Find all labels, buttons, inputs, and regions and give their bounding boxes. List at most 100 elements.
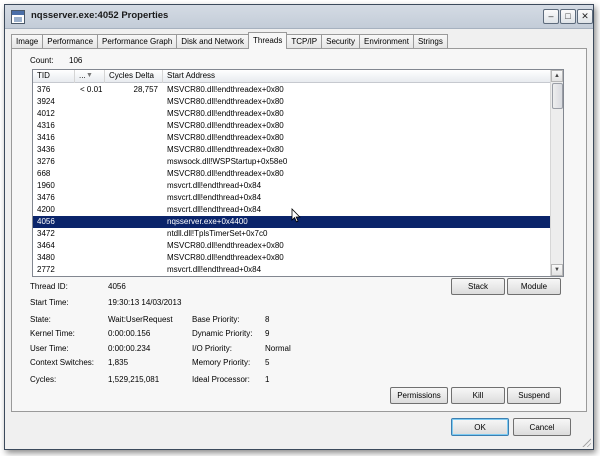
- module-button[interactable]: Module: [507, 278, 561, 295]
- thread-tid-cell: 2772: [37, 265, 55, 274]
- thread-address-cell: msvcrt.dll!endthread+0x84: [167, 181, 262, 190]
- threads-list-header: TID ... ▼ Cycles Delta Start Address: [33, 70, 551, 83]
- scrollbar-thumb[interactable]: [552, 83, 563, 109]
- user-time-label: User Time:: [30, 344, 69, 353]
- kill-button[interactable]: Kill: [451, 387, 505, 404]
- chevron-down-icon[interactable]: ▼: [551, 264, 563, 276]
- thread-address-cell: mswsock.dll!WSPStartup+0x58e0: [167, 157, 288, 166]
- thread-id-value: 4056: [108, 282, 126, 291]
- count-value: 106: [69, 56, 83, 65]
- table-row[interactable]: 3464 MSVCR80.dll!endthreadex+0x80: [33, 240, 551, 252]
- table-row[interactable]: 3276 mswsock.dll!WSPStartup+0x58e0: [33, 156, 551, 168]
- permissions-button[interactable]: Permissions: [390, 387, 448, 404]
- table-row[interactable]: 3480 MSVCR80.dll!endthreadex+0x80: [33, 252, 551, 264]
- thread-tid-cell: 3472: [37, 229, 55, 238]
- thread-address-cell: MSVCR80.dll!endthreadex+0x80: [167, 241, 284, 250]
- memory-priority-label: Memory Priority:: [192, 358, 251, 367]
- count-label: Count:: [30, 56, 54, 65]
- table-row[interactable]: 4316 MSVCR80.dll!endthreadex+0x80: [33, 120, 551, 132]
- tab-tcp-ip[interactable]: TCP/IP: [286, 34, 323, 49]
- thread-address-cell: MSVCR80.dll!endthreadex+0x80: [167, 133, 284, 142]
- window-title: nqsserver.exe:4052 Properties: [31, 10, 169, 21]
- thread-tid-cell: 4056: [37, 217, 55, 226]
- tab-performance[interactable]: Performance: [42, 34, 99, 49]
- tab-disk-and-network[interactable]: Disk and Network: [176, 34, 249, 49]
- table-row[interactable]: 376 < 0.01 28,757 MSVCR80.dll!endthreadex+0…: [33, 84, 551, 96]
- thread-tid-cell: 3276: [37, 157, 55, 166]
- tab-threads[interactable]: Threads: [247, 32, 288, 49]
- thread-tid-cell: 3464: [37, 241, 55, 250]
- thread-tid-cell: 3436: [37, 145, 55, 154]
- tab-strings[interactable]: Strings: [412, 34, 448, 49]
- thread-tid-cell: 3924: [37, 97, 55, 106]
- maximize-button[interactable]: □: [560, 9, 576, 24]
- dynamic-priority-label: Dynamic Priority:: [192, 329, 253, 338]
- thread-tid-cell: 3476: [37, 193, 55, 202]
- table-row[interactable]: 668 MSVCR80.dll!endthreadex+0x80: [33, 168, 551, 180]
- base-priority-value: 8: [265, 315, 270, 324]
- thread-address-cell: ntdll.dll!TplsTimerSet+0x7c0: [167, 229, 268, 238]
- thread-tid-cell: 3480: [37, 253, 55, 262]
- cycles-label: Cycles:: [30, 375, 57, 384]
- table-row[interactable]: 3436 MSVCR80.dll!endthreadex+0x80: [33, 144, 551, 156]
- thread-tid-cell: 668: [37, 169, 51, 178]
- minimize-button[interactable]: –: [543, 9, 559, 24]
- tab-environment[interactable]: Environment: [359, 34, 414, 49]
- start-time-value: 19:30:13 14/03/2013: [108, 298, 182, 307]
- column-start-address[interactable]: Start Address: [163, 70, 551, 83]
- table-row[interactable]: 2784 MSVCR80.dll!endthreadex+0x80: [33, 276, 551, 277]
- tab-security[interactable]: Security: [321, 34, 361, 49]
- ideal-processor-label: Ideal Processor:: [192, 375, 250, 384]
- table-row[interactable]: 1960 msvcrt.dll!endthread+0x84: [33, 180, 551, 192]
- resize-grip-icon[interactable]: [581, 437, 591, 447]
- thread-tid-cell: 376: [37, 85, 51, 94]
- tab-image[interactable]: Image: [11, 34, 44, 49]
- table-row[interactable]: 3416 MSVCR80.dll!endthreadex+0x80: [33, 132, 551, 144]
- thread-tid-cell: 1960: [37, 181, 55, 190]
- start-time-label: Start Time:: [30, 298, 69, 307]
- column-cycles-delta[interactable]: Cycles Delta: [105, 70, 163, 83]
- thread-address-cell: msvcrt.dll!endthread+0x84: [167, 205, 262, 214]
- thread-cpu-cell: < 0.01: [80, 85, 103, 94]
- cancel-button[interactable]: Cancel: [513, 418, 571, 436]
- threads-list[interactable]: TID ... ▼ Cycles Delta Start Address 376…: [32, 69, 564, 277]
- dynamic-priority-value: 9: [265, 329, 270, 338]
- tab-performance-graph[interactable]: Performance Graph: [97, 34, 178, 49]
- table-row[interactable]: 2772 msvcrt.dll!endthread+0x84: [33, 264, 551, 276]
- threads-scrollbar[interactable]: ▲ ▼: [550, 70, 563, 276]
- table-row[interactable]: 3476 msvcrt.dll!endthread+0x84: [33, 192, 551, 204]
- io-priority-label: I/O Priority:: [192, 344, 233, 353]
- thread-address-cell: MSVCR80.dll!endthreadex+0x80: [167, 276, 284, 277]
- thread-tid-cell: 4200: [37, 205, 55, 214]
- thread-tid-cell: 2784: [37, 276, 55, 277]
- ideal-processor-value: 1: [265, 375, 270, 384]
- close-button[interactable]: ✕: [577, 9, 593, 24]
- context-switches-label: Context Switches:: [30, 358, 95, 367]
- app-icon: [11, 10, 25, 24]
- kernel-time-value: 0:00:00.156: [108, 329, 151, 338]
- table-row[interactable]: 3924 MSVCR80.dll!endthreadex+0x80: [33, 96, 551, 108]
- ok-button[interactable]: OK: [451, 418, 509, 436]
- thread-tid-cell: 4316: [37, 121, 55, 130]
- thread-cycles-cell: 28,757: [133, 85, 158, 94]
- title-bar[interactable]: nqsserver.exe:4052 Properties – □ ✕: [5, 5, 593, 29]
- chevron-up-icon[interactable]: ▲: [551, 70, 563, 82]
- suspend-button[interactable]: Suspend: [507, 387, 561, 404]
- thread-address-cell: MSVCR80.dll!endthreadex+0x80: [167, 253, 284, 262]
- kernel-time-label: Kernel Time:: [30, 329, 75, 338]
- column-tid[interactable]: TID: [33, 70, 75, 83]
- cycles-value: 1,529,215,081: [108, 375, 160, 384]
- table-row[interactable]: 4012 MSVCR80.dll!endthreadex+0x80: [33, 108, 551, 120]
- thread-address-cell: nqsserver.exe+0x4400: [167, 217, 248, 226]
- sort-desc-icon: ▼: [86, 72, 93, 79]
- table-row[interactable]: 3472 ntdll.dll!TplsTimerSet+0x7c0: [33, 228, 551, 240]
- thread-address-cell: MSVCR80.dll!endthreadex+0x80: [167, 97, 284, 106]
- thread-address-cell: MSVCR80.dll!endthreadex+0x80: [167, 85, 284, 94]
- thread-address-cell: MSVCR80.dll!endthreadex+0x80: [167, 109, 284, 118]
- thread-address-cell: MSVCR80.dll!endthreadex+0x80: [167, 121, 284, 130]
- stack-button[interactable]: Stack: [451, 278, 505, 295]
- thread-address-cell: msvcrt.dll!endthread+0x84: [167, 193, 262, 202]
- tab-strip: Image Performance Performance Graph Disk…: [11, 32, 448, 49]
- threads-rows: 376 < 0.01 28,757 MSVCR80.dll!endthreadex+0…: [33, 84, 551, 277]
- state-value: Wait:UserRequest: [108, 315, 173, 324]
